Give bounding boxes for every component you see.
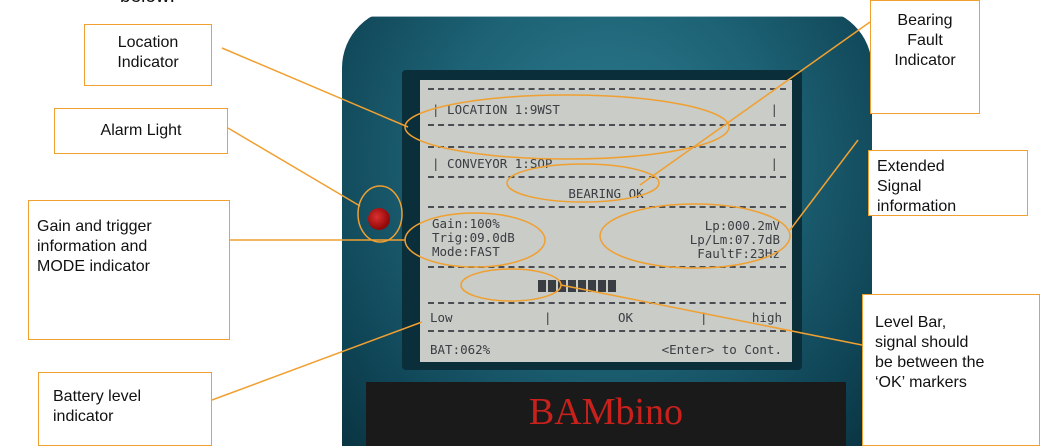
- callout-alarm-light: Alarm Light: [54, 108, 228, 154]
- callout-location-indicator: Location Indicator: [84, 24, 212, 86]
- extended-highlight: [599, 203, 791, 269]
- callout-gain-trigger-mode: Gain and trigger information and MODE indi…: [28, 200, 230, 340]
- level-bar-highlight: [460, 268, 562, 302]
- callout-level-bar: Level Bar, signal should be between the ‘OK…: [862, 294, 1040, 446]
- level-leader: [560, 284, 863, 346]
- battery-leader: [211, 321, 423, 401]
- location-highlight: [404, 94, 730, 160]
- bearing-highlight: [506, 163, 660, 203]
- location-leader: [221, 47, 409, 128]
- alarm-leader: [227, 127, 361, 207]
- callout-extended-signal: Extended Signal information: [868, 150, 1028, 216]
- callout-bearing-fault: Bearing Fault Indicator: [870, 0, 980, 114]
- callout-battery-level: Battery level indicator: [38, 372, 212, 446]
- extended-leader: [789, 139, 859, 231]
- alarm-light-highlight: [357, 185, 403, 243]
- gain-highlight: [404, 212, 546, 268]
